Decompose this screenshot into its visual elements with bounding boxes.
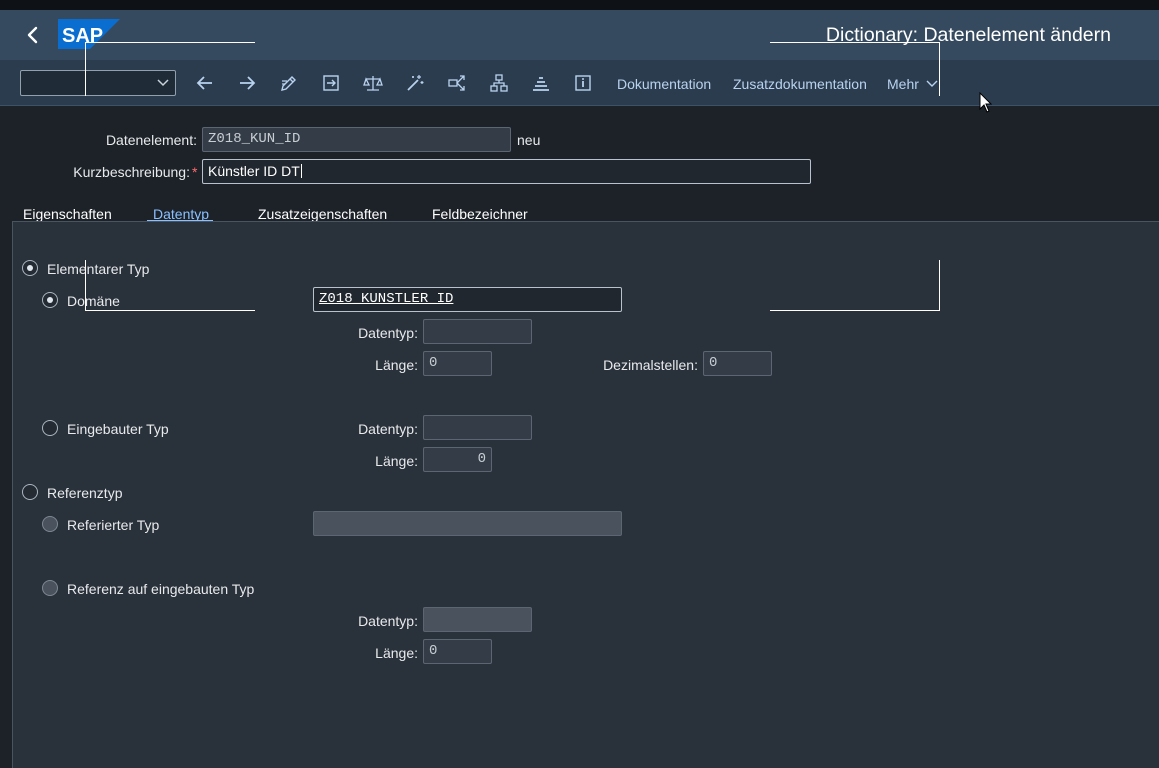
arrow-left-icon[interactable]	[195, 73, 215, 93]
short-description-value: Künstler ID DT	[208, 163, 300, 179]
domain-label: Domäne	[67, 293, 120, 309]
more-menu[interactable]: Mehr	[887, 76, 938, 92]
page-title: Dictionary: Datenelement ändern	[825, 24, 1111, 46]
where-used-icon[interactable]	[321, 73, 341, 93]
referenced-type-field[interactable]	[313, 511, 622, 536]
radio-builtin-type[interactable]	[42, 420, 58, 436]
tab-zusatzeigenschaften[interactable]: Zusatzeigenschaften	[258, 206, 387, 222]
reference-type-label: Referenztyp	[47, 485, 123, 501]
builtin-length-label: Länge:	[375, 453, 418, 469]
overlay-line	[939, 42, 940, 96]
ref-datatype-label: Datentyp:	[358, 613, 418, 629]
builtin-length-field[interactable]: 0	[423, 447, 492, 472]
builtin-type-label: Eingebauter Typ	[67, 421, 169, 437]
domain-datatype-label: Datentyp:	[358, 325, 418, 341]
overlay-line	[85, 42, 86, 96]
decimals-field[interactable]: 0	[703, 351, 772, 376]
radio-domain[interactable]	[42, 292, 58, 308]
chevron-down-icon[interactable]	[156, 75, 170, 89]
radio-builtin-reference[interactable]	[42, 580, 58, 596]
arrow-right-icon[interactable]	[237, 73, 257, 93]
decimals-label: Dezimalstellen:	[603, 357, 698, 373]
required-indicator: *	[192, 164, 198, 180]
documentation-link[interactable]: Dokumentation	[617, 76, 711, 92]
tab-eigenschaften[interactable]: Eigenschaften	[23, 206, 112, 222]
share-icon[interactable]	[447, 73, 467, 93]
mouse-pointer-icon	[979, 92, 993, 113]
datatype-tab-panel: Elementarer Typ Domäne Z018_KUNSTLER_ID …	[12, 221, 1159, 768]
chevron-down-icon	[926, 80, 938, 87]
ref-datatype-field[interactable]	[423, 607, 532, 632]
domain-datatype-field[interactable]	[423, 319, 532, 344]
info-icon[interactable]	[573, 73, 593, 93]
referenced-type-label: Referierter Typ	[67, 517, 160, 533]
command-field[interactable]	[20, 70, 176, 96]
short-description-label: Kurzbeschreibung:	[73, 164, 190, 180]
domain-length-field[interactable]: 0	[423, 351, 492, 376]
text-cursor	[300, 164, 302, 178]
edit-pencil-icon[interactable]	[279, 73, 299, 93]
radio-reference-type[interactable]	[22, 484, 38, 500]
radio-referenced-type[interactable]	[42, 516, 58, 532]
balance-check-icon[interactable]	[363, 73, 383, 93]
overlay-line	[770, 310, 940, 311]
stack-icon[interactable]	[531, 73, 551, 93]
hierarchy-icon[interactable]	[489, 73, 509, 93]
overlay-line	[939, 260, 940, 311]
overlay-line	[770, 42, 940, 43]
domain-length-label: Länge:	[375, 357, 418, 373]
shell-header: SAP Dictionary: Datenelement ändern	[0, 10, 1159, 60]
overlay-line	[85, 310, 255, 311]
logo-text: SAP	[62, 25, 103, 47]
sap-logo: SAP	[58, 19, 120, 49]
builtin-datatype-label: Datentyp:	[358, 421, 418, 437]
overlay-line	[85, 42, 255, 43]
ref-length-field[interactable]: 0	[423, 639, 492, 664]
short-description-field[interactable]: Künstler ID DT	[202, 159, 811, 184]
tab-feldbezeichner[interactable]: Feldbezeichner	[432, 206, 528, 222]
status-new-label: neu	[517, 132, 541, 148]
radio-elementary-type[interactable]	[22, 260, 38, 276]
overlay-line	[85, 260, 86, 311]
back-chevron-icon[interactable]	[22, 24, 44, 46]
data-element-label: Datenelement:	[105, 132, 197, 148]
additional-documentation-link[interactable]: Zusatzdokumentation	[733, 76, 867, 92]
main-content: Datenelement: Z018_KUN_ID neu Kurzbeschr…	[0, 107, 1159, 768]
magic-wand-icon[interactable]	[405, 73, 425, 93]
builtin-datatype-field[interactable]	[423, 415, 532, 440]
elementary-type-label: Elementarer Typ	[47, 261, 150, 277]
data-element-field[interactable]: Z018_KUN_ID	[202, 127, 511, 152]
ref-length-label: Länge:	[375, 645, 418, 661]
domain-field[interactable]: Z018_KUNSTLER_ID	[313, 287, 622, 312]
more-menu-label: Mehr	[887, 76, 919, 92]
window-top-strip	[0, 0, 1159, 10]
builtin-reference-label: Referenz auf eingebauten Typ	[67, 581, 255, 597]
